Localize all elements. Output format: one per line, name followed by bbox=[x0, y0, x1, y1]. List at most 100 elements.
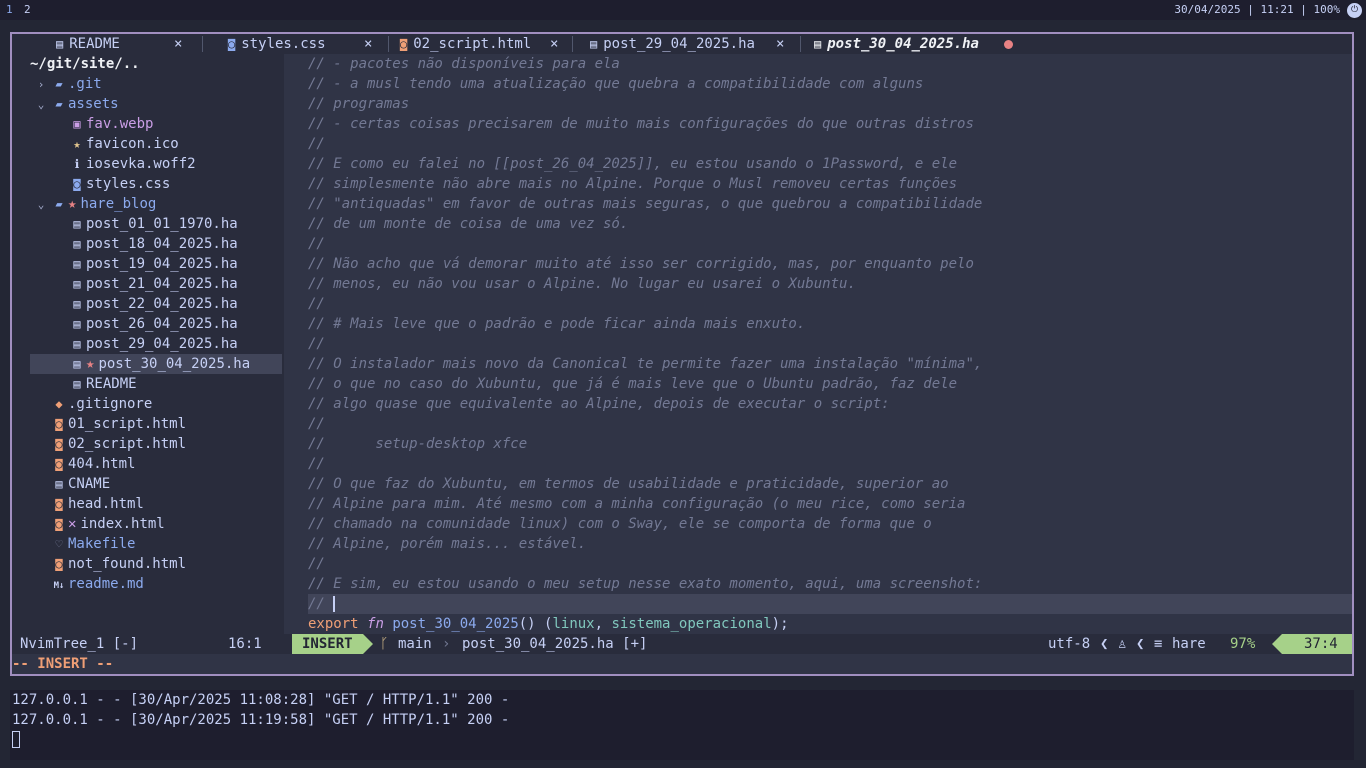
tree-item-readme-md[interactable]: M↓ readme.md bbox=[50, 574, 144, 594]
tab-post-29[interactable]: ▤ post_29_04_2025.ha × bbox=[590, 34, 801, 54]
code-line: // menos, eu não vou usar o Alpine. No l… bbox=[308, 276, 856, 292]
tree-item-post-30-selected[interactable]: ▤ ★ post_30_04_2025.ha bbox=[30, 354, 282, 374]
tree-item-label: styles.css bbox=[86, 176, 171, 192]
tree-item-head[interactable]: ◙ head.html bbox=[50, 494, 143, 514]
code-line: // - a musl tendo uma atualização que qu… bbox=[308, 76, 924, 92]
code-line: // programas bbox=[308, 96, 410, 112]
cursor-position: 37:4 bbox=[1272, 634, 1352, 654]
tab-post-30-active[interactable]: ▤ post_30_04_2025.ha bbox=[814, 34, 1013, 54]
tree-item-readme[interactable]: ▤ README bbox=[68, 374, 136, 394]
tree-item-label: 01_script.html bbox=[68, 416, 187, 432]
tree-item-post-22[interactable]: ▤ post_22_04_2025.ha bbox=[68, 294, 237, 314]
font-icon: ℹ bbox=[74, 157, 80, 171]
tree-item-label: favicon.ico bbox=[86, 136, 179, 152]
tree-item-label: CNAME bbox=[68, 476, 111, 492]
code-line: // de um monte de coisa de uma vez só. bbox=[308, 216, 629, 232]
file-icon: ▤ bbox=[590, 37, 598, 51]
tab-label: README bbox=[69, 36, 120, 52]
html-icon: ◙ bbox=[55, 557, 63, 571]
file-icon: ▤ bbox=[56, 37, 64, 51]
workspace-2[interactable]: 2 bbox=[24, 3, 31, 16]
tree-item-label: .git bbox=[68, 76, 102, 92]
tree-item-git[interactable]: › ▰ .git bbox=[32, 74, 102, 94]
bookmark-star-icon: ★ bbox=[86, 356, 95, 372]
close-icon[interactable]: × bbox=[364, 34, 372, 54]
file-icon: ▤ bbox=[73, 357, 81, 371]
code-punct: () ( bbox=[518, 616, 553, 632]
tree-item-post-29[interactable]: ▤ post_29_04_2025.ha bbox=[68, 334, 237, 354]
tree-item-post-21[interactable]: ▤ post_21_04_2025.ha bbox=[68, 274, 237, 294]
code-line: // o que no caso do Xubuntu, que já é ma… bbox=[308, 376, 958, 392]
close-icon[interactable]: × bbox=[174, 34, 182, 54]
workspace-1[interactable]: 1 bbox=[6, 3, 13, 16]
code-line: // - pacotes não disponíveis para ela bbox=[308, 56, 620, 72]
css-icon: ◙ bbox=[73, 177, 81, 191]
close-icon[interactable]: × bbox=[550, 34, 558, 54]
code-line: // Alpine para mim. Até mesmo com a minh… bbox=[308, 496, 966, 512]
html-icon: ◙ bbox=[55, 497, 63, 511]
nvim-window: ▤ README × ◙ styles.css × ◙ 02_script.html … bbox=[10, 32, 1354, 676]
close-icon[interactable]: × bbox=[776, 34, 784, 54]
tree-item-post-18[interactable]: ▤ post_18_04_2025.ha bbox=[68, 234, 238, 254]
scroll-percent: 97% bbox=[1230, 636, 1256, 652]
tree-item-makefile[interactable]: ♡ Makefile bbox=[50, 534, 135, 554]
tree-item-fav-webp[interactable]: ▣ fav.webp bbox=[68, 114, 153, 134]
code-line: // bbox=[308, 336, 325, 352]
terminal[interactable]: 127.0.0.1 - - [30/Apr/2025 11:08:28] "GE… bbox=[10, 690, 1354, 760]
code-line: // setup-desktop xfce bbox=[308, 436, 528, 452]
tab-separator bbox=[202, 36, 203, 52]
clock-status: 30/04/2025 | 11:21 | 100% bbox=[1174, 3, 1340, 16]
file-icon: ▤ bbox=[814, 37, 822, 51]
image-icon: ▣ bbox=[73, 117, 81, 131]
type-name: linux bbox=[552, 616, 595, 632]
tree-cursor-pos: 16:1 bbox=[228, 636, 262, 652]
tree-item-gitignore[interactable]: ◆ .gitignore bbox=[50, 394, 152, 414]
tabline: ▤ README × ◙ styles.css × ◙ 02_script.html … bbox=[12, 34, 1352, 54]
code-line: // Não acho que vá demorar muito até iss… bbox=[308, 256, 974, 272]
tab-styles-css[interactable]: ◙ styles.css × bbox=[228, 34, 389, 54]
tab-separator bbox=[388, 36, 389, 52]
tab-02-script-html[interactable]: ◙ 02_script.html × bbox=[400, 34, 573, 54]
tree-item-post-19[interactable]: ▤ post_19_04_2025.ha bbox=[68, 254, 238, 274]
code-punct: , bbox=[594, 616, 612, 632]
tree-item-post-01[interactable]: ▤ post_01_01_1970.ha bbox=[68, 214, 237, 234]
git-icon: ◆ bbox=[55, 397, 63, 411]
power-icon[interactable]: ⏻ bbox=[1347, 3, 1362, 18]
tree-item-02-script[interactable]: ◙ 02_script.html bbox=[50, 434, 186, 454]
tree-item-post-26[interactable]: ▤ post_26_04_2025.ha bbox=[68, 314, 237, 334]
current-line[interactable]: // bbox=[308, 594, 336, 614]
editor-buffer[interactable]: // - pacotes não disponíveis para ela //… bbox=[284, 54, 1352, 634]
tree-item-hare-blog[interactable]: ⌄ ▰ ★ hare_blog bbox=[32, 194, 157, 214]
code-line-export: export fn post_30_04_2025() (linux, sist… bbox=[308, 614, 789, 634]
chevron-right-icon: › bbox=[442, 636, 451, 652]
tree-item-404[interactable]: ◙ 404.html bbox=[50, 454, 135, 474]
chevron-left-icon: ❮ bbox=[1136, 636, 1145, 652]
tree-item-assets[interactable]: ⌄ ▰ assets bbox=[32, 94, 119, 114]
makefile-icon: ♡ bbox=[55, 537, 63, 551]
code-line: // - certas coisas precisarem de muito m… bbox=[308, 116, 974, 132]
html-icon: ◙ bbox=[400, 37, 408, 51]
bookmark-star-icon: ★ bbox=[68, 196, 77, 212]
tree-item-index[interactable]: ◙ ✕ index.html bbox=[50, 514, 164, 534]
tree-item-styles-css[interactable]: ◙ styles.css bbox=[68, 174, 170, 194]
tree-item-not-found[interactable]: ◙ not_found.html bbox=[50, 554, 186, 574]
tree-item-iosevka[interactable]: ℹ iosevka.woff2 bbox=[68, 154, 196, 174]
terminal-line: 127.0.0.1 - - [30/Apr/2025 11:08:28] "GE… bbox=[12, 692, 510, 708]
code-line: // bbox=[308, 296, 325, 312]
tree-root: ~/git/site/.. bbox=[30, 56, 140, 72]
tree-item-favicon[interactable]: ★ favicon.ico bbox=[68, 134, 179, 154]
code-line: // bbox=[308, 456, 325, 472]
tree-item-label: post_19_04_2025.ha bbox=[86, 256, 238, 272]
tab-readme[interactable]: ▤ README × bbox=[56, 34, 203, 54]
code-line: // algo quase que equivalente ao Alpine,… bbox=[308, 396, 890, 412]
code-line: // bbox=[308, 136, 325, 152]
code-line: // E sim, eu estou usando o meu setup ne… bbox=[308, 576, 983, 592]
tree-item-label: post_18_04_2025.ha bbox=[86, 236, 238, 252]
tree-item-01-script[interactable]: ◙ 01_script.html bbox=[50, 414, 186, 434]
folder-open-icon: ▰ bbox=[55, 197, 63, 211]
code-line: // E como eu falei no [[post_26_04_2025]… bbox=[308, 156, 958, 172]
tree-item-cname[interactable]: ▤ CNAME bbox=[50, 474, 110, 494]
code-line: // bbox=[308, 556, 325, 572]
html-icon: ◙ bbox=[55, 417, 63, 431]
code-line: // bbox=[308, 236, 325, 252]
